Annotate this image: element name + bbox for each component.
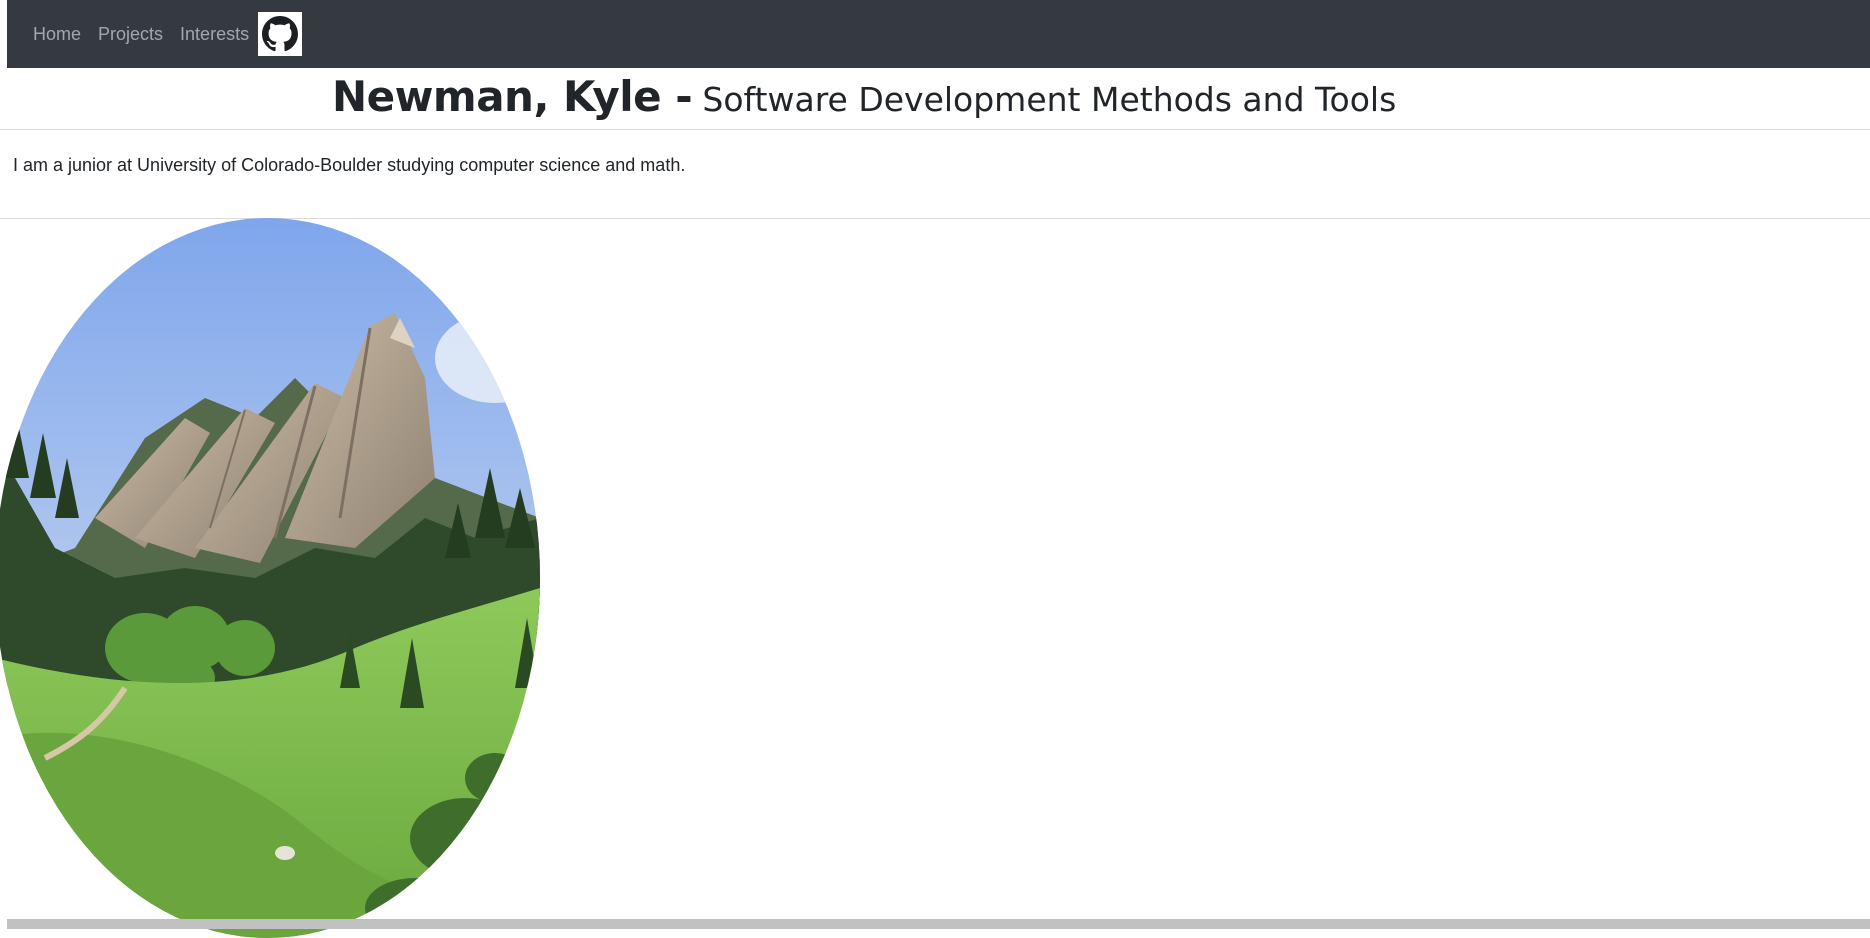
github-octocat-icon <box>262 16 299 52</box>
top-navbar: Home Projects Interests <box>7 0 1870 68</box>
course-subtitle: Software Development Methods and Tools <box>702 80 1397 119</box>
header-divider <box>0 129 1870 130</box>
nav-link-projects[interactable]: Projects <box>98 25 163 43</box>
landscape-illustration <box>0 218 540 938</box>
page-title: Newman, Kyle - Software Development Meth… <box>332 72 1396 121</box>
flatirons-mountain-photo <box>0 218 540 938</box>
nav-link-interests[interactable]: Interests <box>180 25 249 43</box>
horizontal-scrollbar[interactable] <box>7 919 1870 929</box>
intro-text: I am a junior at University of Colorado-… <box>13 155 686 175</box>
github-link[interactable] <box>258 12 303 56</box>
author-name: Newman, Kyle - <box>332 72 693 121</box>
nav-link-home[interactable]: Home <box>33 25 81 43</box>
